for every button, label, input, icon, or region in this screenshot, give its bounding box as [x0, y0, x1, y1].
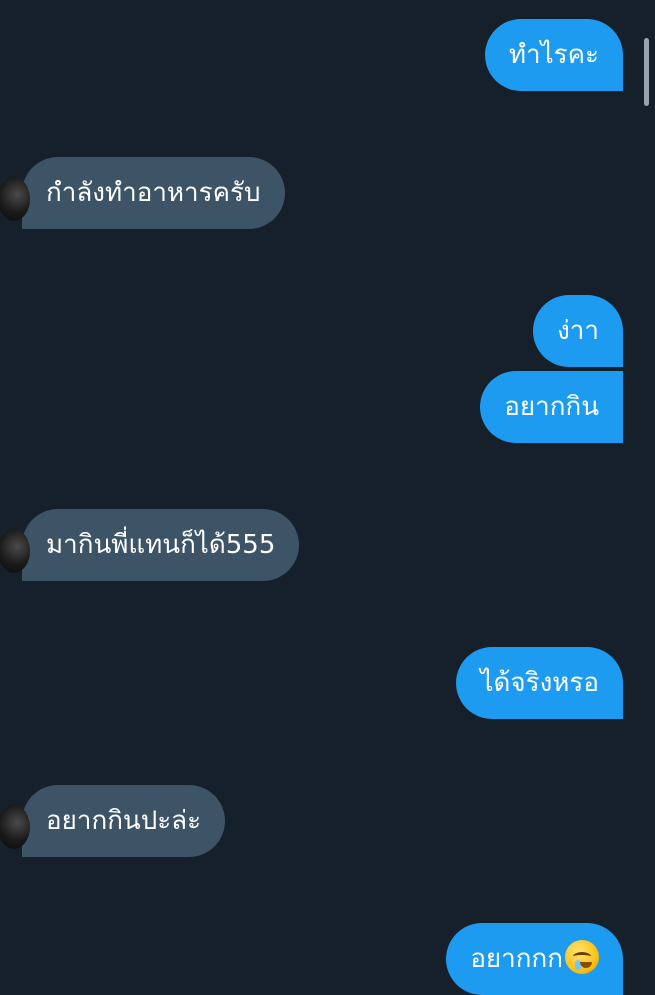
outgoing-message-bubble[interactable]: ง่าา [533, 295, 623, 367]
chat-thread: ทำไรคะ กำลังทำอาหารครับ ง่าา อยากกิน มาก… [0, 0, 655, 995]
avatar[interactable] [0, 529, 30, 573]
incoming-message-bubble[interactable]: อยากกินปะล่ะ [0, 785, 226, 857]
drooling-face-emoji-icon [565, 939, 599, 974]
avatar[interactable] [0, 177, 30, 221]
outgoing-message-bubble[interactable]: ทำไรคะ [484, 19, 623, 91]
outgoing-message-bubble[interactable]: ได้จริงหรอ [456, 647, 623, 719]
message-text: อยากกินปะล่ะ [46, 806, 202, 836]
outgoing-message-bubble[interactable]: อยากกก [446, 923, 623, 995]
message-text: มากินพี่แทนก็ได้555 [46, 530, 276, 560]
avatar[interactable] [0, 805, 30, 849]
message-text: ได้จริงหรอ [480, 668, 599, 698]
incoming-message-bubble[interactable]: กำลังทำอาหารครับ [0, 157, 285, 229]
message-text: ทำไรคะ [508, 40, 599, 70]
message-text: ง่าา [557, 316, 599, 346]
outgoing-message-bubble[interactable]: อยากกิน [480, 371, 623, 443]
scrollbar[interactable] [644, 38, 649, 106]
incoming-message-bubble[interactable]: มากินพี่แทนก็ได้555 [0, 509, 300, 581]
message-text: กำลังทำอาหารครับ [46, 178, 261, 208]
message-text: อยากกก [470, 944, 563, 974]
message-text: อยากกิน [504, 392, 599, 422]
